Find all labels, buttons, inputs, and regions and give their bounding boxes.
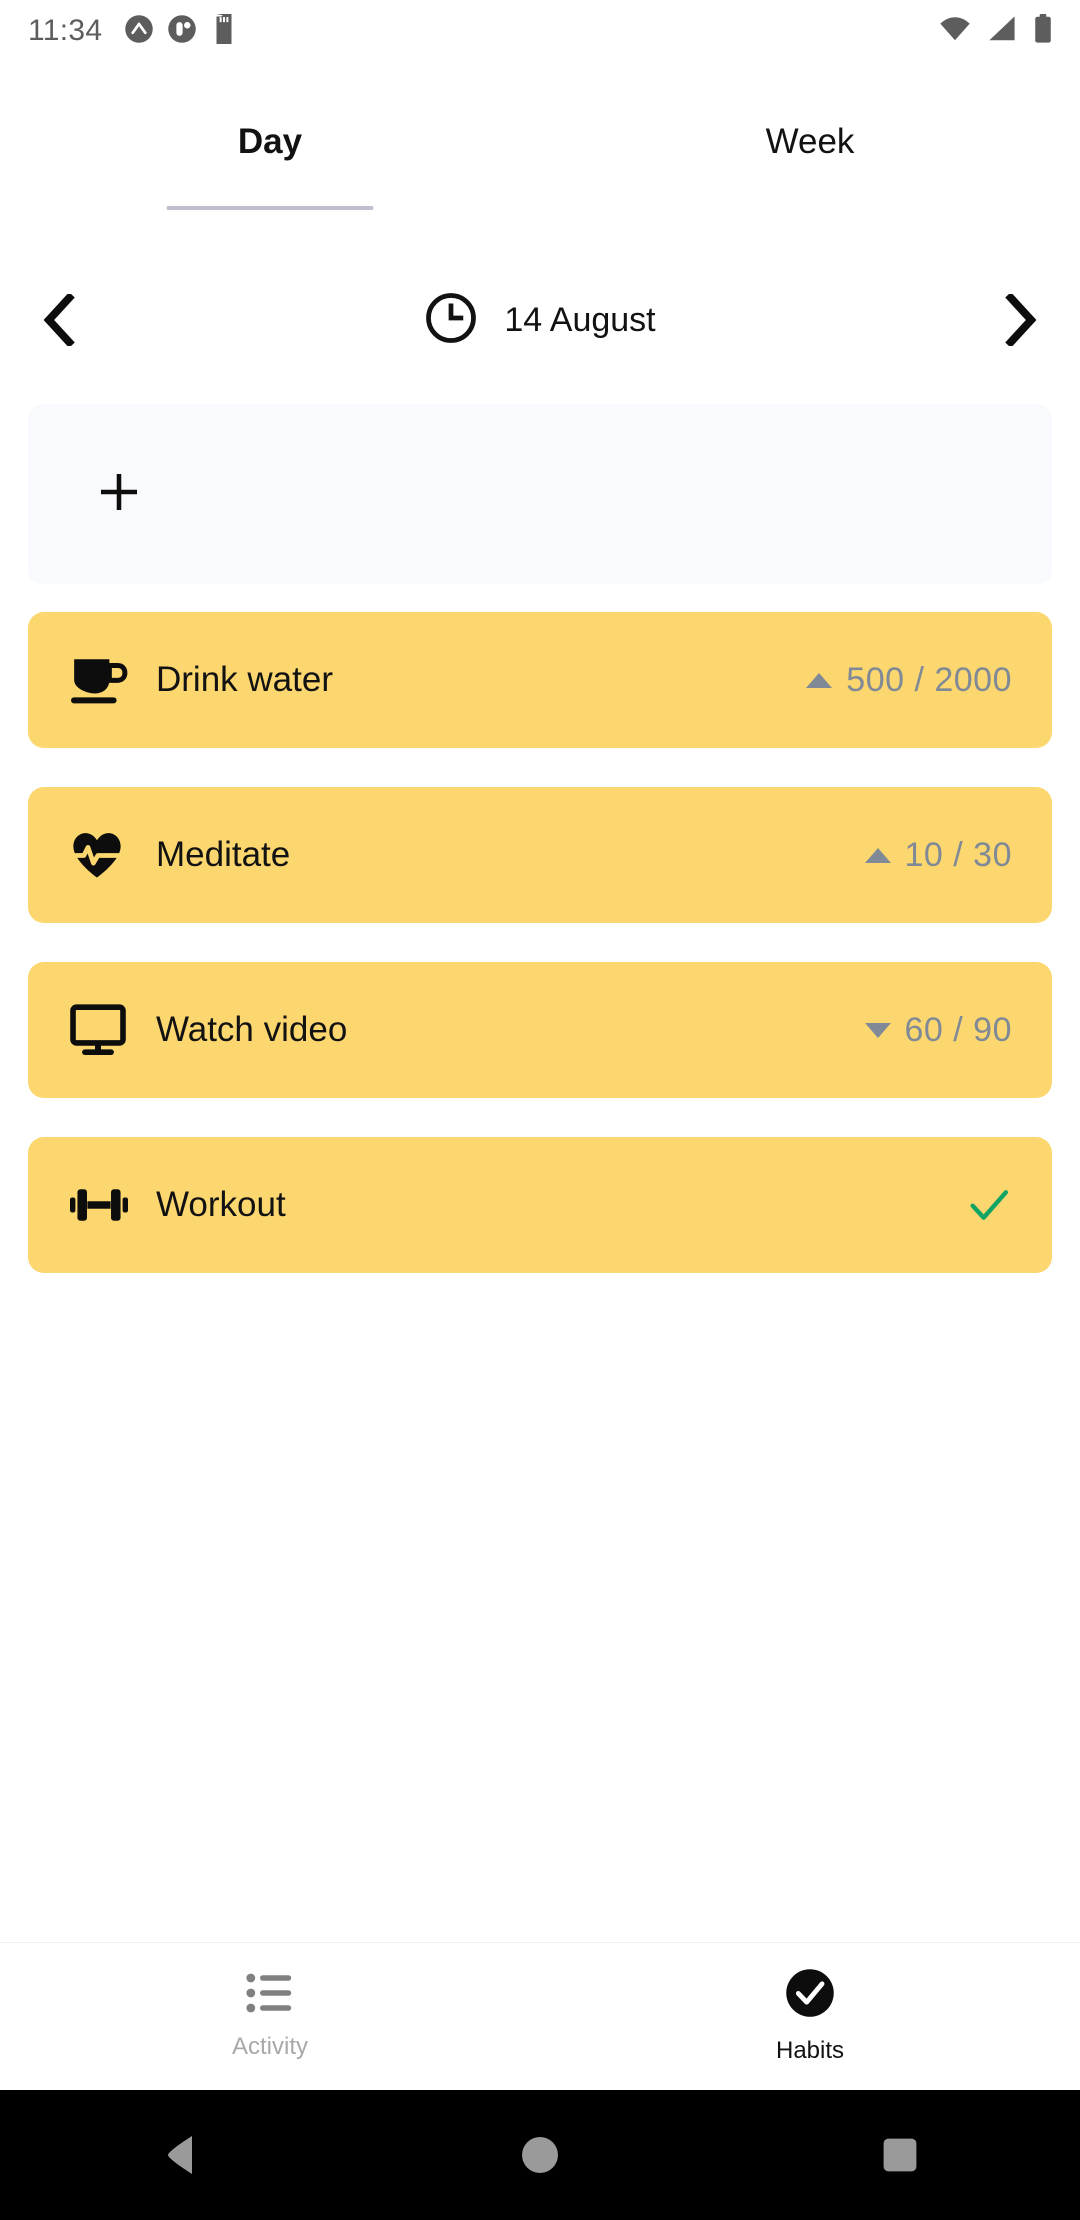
habit-progress: 500 / 2000 xyxy=(806,661,1012,700)
tab-week-label: Week xyxy=(765,122,855,161)
next-day-button[interactable] xyxy=(960,278,1080,362)
clock-icon xyxy=(424,291,478,350)
habit-progress-text: 10 / 30 xyxy=(904,835,1012,874)
app-badge-circle-icon xyxy=(167,14,197,49)
habit-name: Workout xyxy=(156,1185,286,1224)
monitor-icon xyxy=(70,1004,136,1056)
chevron-right-icon xyxy=(1005,294,1037,346)
tab-day-label: Day xyxy=(237,122,303,161)
habits-list: Drink water 500 / 2000 Meditate 10 / 30 xyxy=(0,404,1080,1944)
plus-icon xyxy=(98,471,140,518)
heart-pulse-icon xyxy=(70,830,136,880)
status-bar-notification-icons xyxy=(124,13,238,49)
habit-completed-check-icon xyxy=(966,1182,1012,1228)
tab-week[interactable]: Week xyxy=(540,98,1080,216)
bottom-nav-item-habits[interactable]: Habits xyxy=(540,1943,1080,2090)
coffee-cup-icon xyxy=(70,655,136,705)
habit-name: Watch video xyxy=(156,1010,348,1049)
chevron-left-icon xyxy=(43,294,75,346)
previous-day-button[interactable] xyxy=(0,278,120,362)
habit-progress-text: 60 / 90 xyxy=(904,1010,1012,1049)
habit-progress-text: 500 / 2000 xyxy=(846,660,1012,699)
habit-progress: 10 / 30 xyxy=(864,835,1012,875)
trend-down-icon xyxy=(864,1022,891,1038)
status-bar-system-icons xyxy=(938,13,1054,49)
habit-name: Meditate xyxy=(156,835,291,874)
bullet-list-icon xyxy=(246,1972,294,2019)
back-triangle-icon xyxy=(168,2136,192,2174)
dumbbell-icon xyxy=(70,1182,136,1228)
habit-row[interactable]: Watch video 60 / 90 xyxy=(28,962,1052,1098)
date-label: 14 August xyxy=(504,300,656,339)
bottom-nav-label-habits: Habits xyxy=(775,2037,845,2064)
habit-name: Drink water xyxy=(156,660,333,699)
habit-row[interactable]: Workout xyxy=(28,1137,1052,1273)
check-circle-icon xyxy=(785,1968,835,2023)
back-button[interactable] xyxy=(0,2133,360,2177)
status-bar-clock: 11:34 xyxy=(28,14,103,47)
android-system-nav xyxy=(0,2090,1080,2220)
home-circle-icon xyxy=(522,2137,558,2173)
cellular-signal-icon xyxy=(986,15,1018,48)
recents-button[interactable] xyxy=(720,2135,1080,2175)
add-habit-card[interactable] xyxy=(28,404,1052,584)
home-button[interactable] xyxy=(360,2134,720,2176)
current-date-display[interactable]: 14 August xyxy=(120,291,960,350)
wifi-icon xyxy=(938,15,972,48)
status-bar: 11:34 xyxy=(0,0,1080,62)
trend-up-icon xyxy=(864,847,891,863)
sd-card-icon xyxy=(210,13,238,49)
battery-icon xyxy=(1032,13,1054,49)
date-navigation: 14 August xyxy=(0,278,1080,362)
habit-row[interactable]: Meditate 10 / 30 xyxy=(28,787,1052,923)
view-mode-tabs: Day Week xyxy=(0,98,1080,216)
bottom-nav-item-activity[interactable]: Activity xyxy=(0,1943,540,2090)
tab-day[interactable]: Day xyxy=(0,98,540,216)
recents-square-icon xyxy=(883,2138,917,2172)
tab-active-indicator xyxy=(166,206,374,210)
trend-up-icon xyxy=(806,672,833,688)
habit-progress: 60 / 90 xyxy=(864,1010,1012,1050)
bottom-nav-label-activity: Activity xyxy=(231,2033,308,2060)
bottom-navigation: Activity Habits xyxy=(0,1942,1080,2090)
chevron-up-circle-icon xyxy=(124,14,154,49)
habit-row[interactable]: Drink water 500 / 2000 xyxy=(28,612,1052,748)
